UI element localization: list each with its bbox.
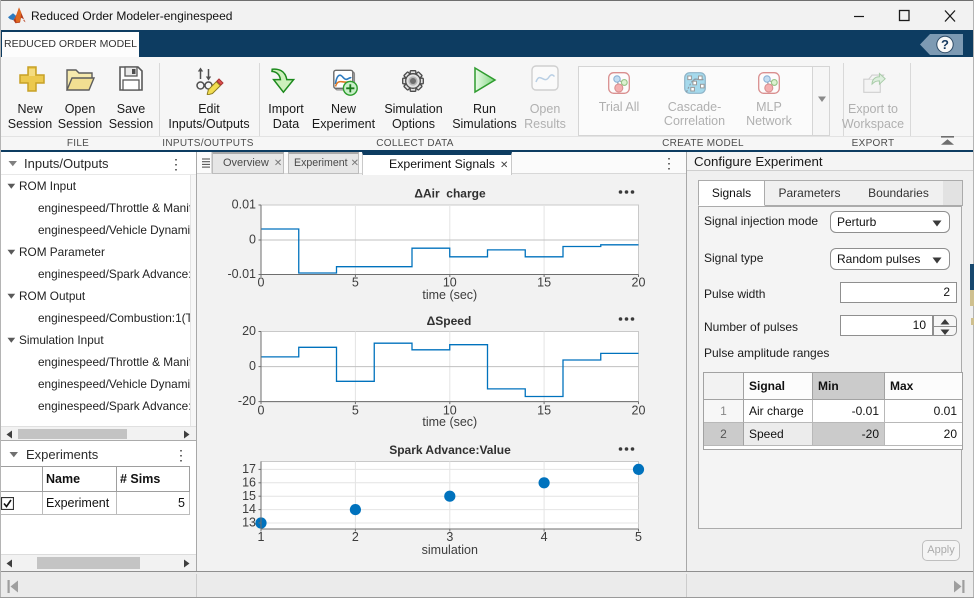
- svg-text:3: 3: [446, 530, 453, 544]
- svg-text:5: 5: [352, 276, 359, 290]
- svg-text:0: 0: [249, 233, 256, 247]
- svg-text:-0.01: -0.01: [228, 267, 257, 281]
- svg-text:20: 20: [632, 276, 646, 290]
- svg-text:time (sec): time (sec): [422, 288, 477, 302]
- svg-text:4: 4: [541, 530, 548, 544]
- svg-text:15: 15: [537, 403, 551, 417]
- svg-text:0.01: 0.01: [232, 198, 256, 212]
- svg-text:0: 0: [258, 403, 265, 417]
- svg-text:5: 5: [635, 530, 642, 544]
- svg-text:20: 20: [242, 324, 256, 338]
- svg-text:ΔSpeed: ΔSpeed: [427, 314, 472, 328]
- svg-text:15: 15: [242, 489, 256, 503]
- svg-text:simulation: simulation: [422, 543, 478, 557]
- svg-text:15: 15: [537, 276, 551, 290]
- svg-text:0: 0: [258, 276, 265, 290]
- svg-text:13: 13: [242, 516, 256, 530]
- svg-text:Spark Advance:Value: Spark Advance:Value: [389, 443, 511, 457]
- svg-text:time (sec): time (sec): [422, 415, 477, 429]
- svg-text:17: 17: [242, 462, 256, 476]
- svg-text:?: ?: [941, 37, 949, 52]
- svg-text:ΔAir charge: ΔAir charge: [414, 187, 486, 201]
- svg-text:2: 2: [352, 530, 359, 544]
- svg-text:-20: -20: [238, 394, 256, 408]
- svg-text:5: 5: [352, 403, 359, 417]
- svg-text:14: 14: [242, 502, 256, 516]
- svg-text:16: 16: [242, 475, 256, 489]
- svg-text:20: 20: [632, 403, 646, 417]
- svg-text:0: 0: [249, 359, 256, 373]
- svg-text:1: 1: [258, 530, 265, 544]
